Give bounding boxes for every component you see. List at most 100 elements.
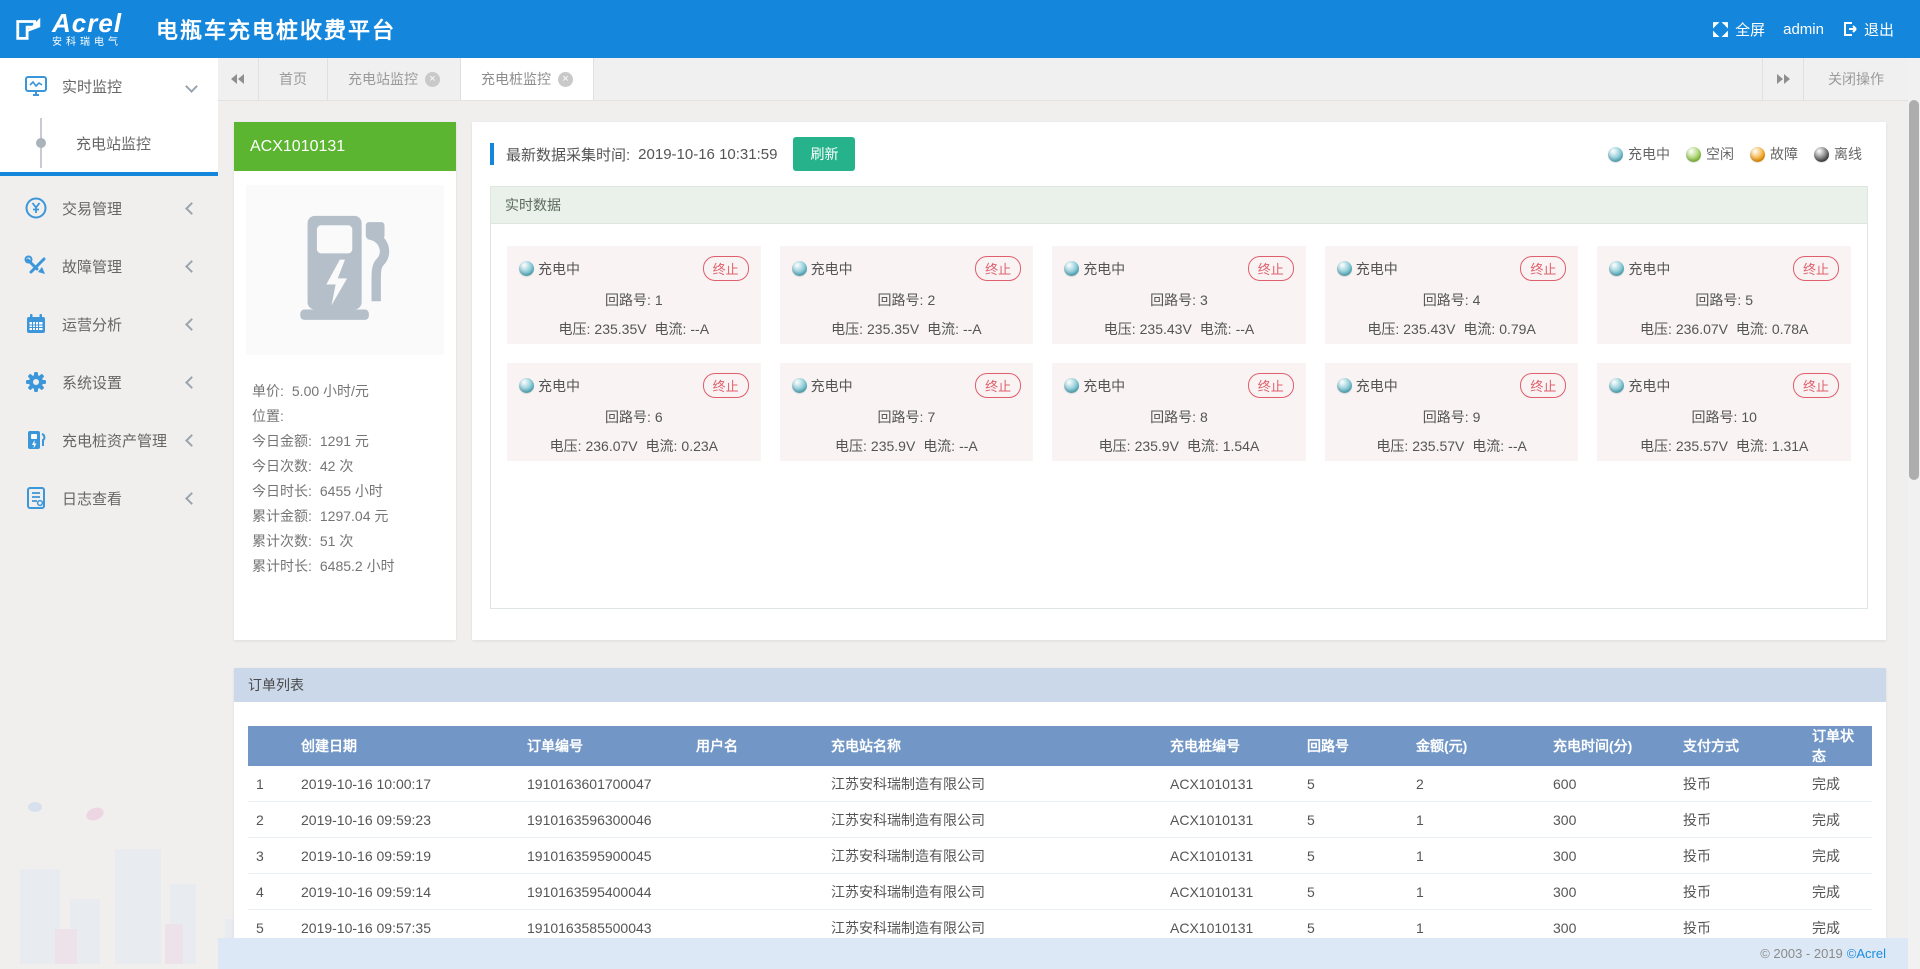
copyright-text: © 2003 - 2019 <box>1760 946 1843 961</box>
circuit-no-label: 回路号: <box>605 409 651 425</box>
user-menu[interactable]: admin <box>1783 21 1824 38</box>
orders-column-header: 金额(元) <box>1408 726 1545 766</box>
tab-charging-pile-monitor[interactable]: 充电桩监控 × <box>461 58 594 100</box>
sidebar-item-log-view[interactable]: 日志查看 <box>0 469 218 527</box>
gear-icon <box>24 370 48 394</box>
order-cell: 投币 <box>1675 802 1804 838</box>
logo-text: Acrel <box>52 10 122 36</box>
tab-home[interactable]: 首页 <box>259 58 328 100</box>
circuit-card: 充电中 终止 回路号:5 电压:236.07V 电流:0.78A <box>1597 246 1851 344</box>
circuit-no-value: 4 <box>1473 292 1481 308</box>
sidebar-item-charging-pile-assets[interactable]: 充电桩资产管理 <box>0 411 218 469</box>
acrel-footer-link[interactable]: ©Acrel <box>1847 946 1886 961</box>
order-cell: ACX1010131 <box>1162 874 1299 910</box>
station-stat: 今日时长:6455 小时 <box>252 479 456 504</box>
voltage-value: 235.35V <box>867 321 919 337</box>
order-row: 22019-10-16 09:59:231910163596300046江苏安科… <box>248 802 1872 838</box>
order-cell: ACX1010131 <box>1162 910 1299 939</box>
sidebar-item-charging-station-monitor[interactable]: 充电站监控 <box>0 114 218 172</box>
current-value: --A <box>963 321 982 337</box>
current-label: 电流: <box>646 438 678 454</box>
terminate-button[interactable]: 终止 <box>975 373 1021 398</box>
sidebar-item-system-settings[interactable]: 系统设置 <box>0 353 218 411</box>
chevron-left-icon <box>185 376 198 389</box>
stat-value: 1297.04 元 <box>320 508 389 524</box>
charging-status-icon <box>1609 378 1624 393</box>
sidebar: 实时监控 充电站监控 交易管理 <box>0 58 218 969</box>
tab-charging-station-monitor[interactable]: 充电站监控 × <box>328 58 461 100</box>
circuit-status-label: 充电中 <box>1083 376 1125 396</box>
chevron-left-icon <box>185 260 198 273</box>
close-icon[interactable]: × <box>558 72 573 87</box>
logout-button[interactable]: 退出 <box>1842 19 1894 40</box>
order-cell: ACX1010131 <box>1162 838 1299 874</box>
terminate-button[interactable]: 终止 <box>1520 373 1566 398</box>
current-label: 电流: <box>1463 321 1495 337</box>
acrel-logo-icon <box>14 14 44 44</box>
current-value: 0.79A <box>1499 321 1536 337</box>
circuit-no-value: 3 <box>1200 292 1208 308</box>
order-cell: 投币 <box>1675 838 1804 874</box>
terminate-button[interactable]: 终止 <box>1248 373 1294 398</box>
order-cell: 江苏安科瑞制造有限公司 <box>823 838 1162 874</box>
sidebar-item-label: 故障管理 <box>62 256 122 277</box>
station-stat: 单价:5.00 小时/元 <box>252 379 456 404</box>
order-cell: 300 <box>1545 910 1675 939</box>
terminate-button[interactable]: 终止 <box>703 256 749 281</box>
voltage-label: 电压: <box>835 438 867 454</box>
terminate-button[interactable]: 终止 <box>975 256 1021 281</box>
tabs-scroll-left-button[interactable] <box>218 58 259 100</box>
legend-item: 离线 <box>1814 144 1862 164</box>
close-icon[interactable]: × <box>425 72 440 87</box>
tab-label: 首页 <box>279 69 307 89</box>
circuit-no-value: 7 <box>927 409 935 425</box>
station-stat: 今日次数:42 次 <box>252 454 456 479</box>
terminate-button[interactable]: 终止 <box>703 373 749 398</box>
order-cell: 1 <box>1408 838 1545 874</box>
fullscreen-label: 全屏 <box>1735 19 1765 40</box>
current-value: --A <box>690 321 709 337</box>
tree-line-icon <box>34 114 58 172</box>
circuit-status-label: 充电中 <box>538 259 580 279</box>
station-info-panel: ACX1010131 单价:5.00 小时/元 位置: 今日金额:1291 元 … <box>234 122 456 640</box>
sidebar-item-operation-analysis[interactable]: 运营分析 <box>0 295 218 353</box>
realtime-data-box: 实时数据 充电中 终止 回路号:1 电压:235.35V 电流:--A 充电中 … <box>490 186 1868 609</box>
circuit-card: 充电中 终止 回路号:3 电压:235.43V 电流:--A <box>1052 246 1306 344</box>
legend-label: 离线 <box>1834 144 1862 164</box>
sidebar-item-label: 运营分析 <box>62 314 122 335</box>
order-cell: 1910163595400044 <box>519 874 688 910</box>
order-cell: 300 <box>1545 838 1675 874</box>
scrollbar-thumb[interactable] <box>1909 100 1919 480</box>
terminate-button[interactable]: 终止 <box>1520 256 1566 281</box>
refresh-button[interactable]: 刷新 <box>793 137 855 171</box>
sidebar-item-fault-management[interactable]: 故障管理 <box>0 237 218 295</box>
order-cell <box>688 766 823 802</box>
order-cell: 600 <box>1545 766 1675 802</box>
order-cell: 300 <box>1545 802 1675 838</box>
stat-label: 今日次数: <box>252 458 312 474</box>
station-id-header: ACX1010131 <box>234 122 456 171</box>
orders-column-header: 支付方式 <box>1675 726 1804 766</box>
circuit-status-label: 充电中 <box>1356 259 1398 279</box>
sidebar-item-realtime-monitor[interactable]: 实时监控 <box>0 58 218 114</box>
current-label: 电流: <box>1736 438 1768 454</box>
sidebar-item-transaction-management[interactable]: 交易管理 <box>0 179 218 237</box>
logo-subtext: 安科瑞电气 <box>52 38 122 48</box>
current-value: 0.23A <box>681 438 718 454</box>
terminate-button[interactable]: 终止 <box>1793 373 1839 398</box>
order-row: 12019-10-16 10:00:171910163601700047江苏安科… <box>248 766 1872 802</box>
tabs-scroll-right-button[interactable] <box>1762 58 1803 100</box>
legend-item: 空闲 <box>1686 144 1734 164</box>
order-cell: 3 <box>248 838 293 874</box>
fullscreen-button[interactable]: 全屏 <box>1712 19 1765 40</box>
circuit-card: 充电中 终止 回路号:6 电压:236.07V 电流:0.23A <box>507 363 761 461</box>
circuit-no-value: 6 <box>655 409 663 425</box>
order-cell: 江苏安科瑞制造有限公司 <box>823 874 1162 910</box>
order-row: 42019-10-16 09:59:141910163595400044江苏安科… <box>248 874 1872 910</box>
terminate-button[interactable]: 终止 <box>1793 256 1839 281</box>
order-cell: 完成 <box>1804 874 1872 910</box>
terminate-button[interactable]: 终止 <box>1248 256 1294 281</box>
status-legend: 充电中 空闲 故障 离线 <box>1608 144 1862 164</box>
circuit-card: 充电中 终止 回路号:7 电压:235.9V 电流:--A <box>780 363 1034 461</box>
close-operations-menu[interactable]: 关闭操作 <box>1803 58 1908 100</box>
